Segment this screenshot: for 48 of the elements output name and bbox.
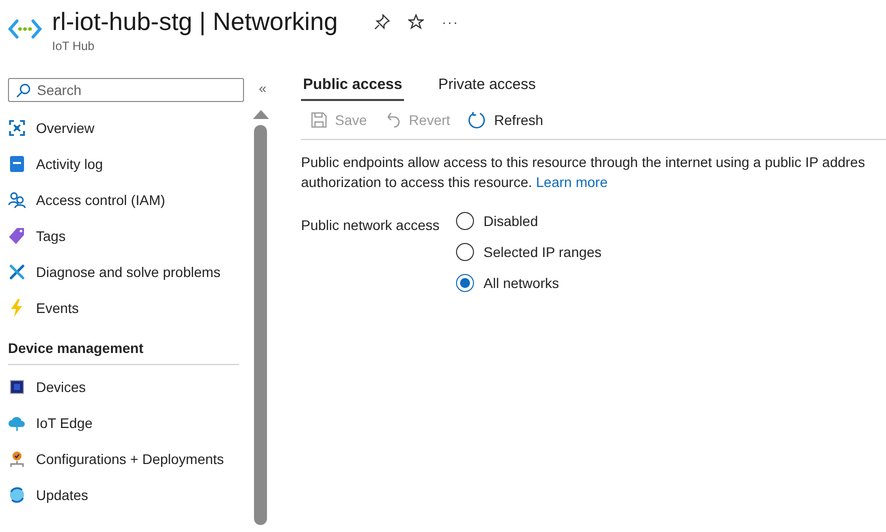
radio-label[interactable]: All networks xyxy=(484,274,559,290)
tab[interactable]: Private access xyxy=(436,72,538,101)
star-icon[interactable] xyxy=(408,14,424,30)
nav-item[interactable]: IoT Edge xyxy=(8,405,246,441)
nav-item[interactable]: Access control (IAM) xyxy=(8,182,246,218)
refresh-icon xyxy=(468,111,486,129)
more-button[interactable]: ··· xyxy=(442,14,459,30)
lightning-icon xyxy=(10,299,24,317)
learn-more-link[interactable]: Learn more xyxy=(536,174,608,190)
field-label: Public network access xyxy=(301,217,440,235)
pin-icon[interactable] xyxy=(374,14,390,30)
toolbar-button[interactable]: Refresh xyxy=(468,111,544,129)
radio-button[interactable] xyxy=(456,274,474,292)
scroll-up-icon[interactable] xyxy=(252,110,269,119)
radio-label[interactable]: Selected IP ranges xyxy=(484,244,602,260)
book-icon xyxy=(9,155,25,173)
nav-item[interactable]: Updates xyxy=(8,477,246,513)
network-nodes-icon xyxy=(8,119,26,137)
tag-icon xyxy=(8,227,26,245)
chip-icon xyxy=(8,378,26,396)
radio-button[interactable] xyxy=(456,212,474,230)
people-icon xyxy=(8,191,26,209)
description-text: Public endpoints allow access to this resource through the internet using a public IP addres xyxy=(301,153,866,172)
globe-arrows-icon xyxy=(8,486,26,504)
tools-icon xyxy=(8,263,26,281)
undo-icon xyxy=(384,112,401,128)
resource-type: IoT Hub xyxy=(52,39,96,53)
nav-item[interactable]: Devices xyxy=(8,369,246,405)
scrollbar-thumb[interactable] xyxy=(254,125,268,525)
search-field[interactable]: Search xyxy=(8,78,244,102)
tab[interactable]: Public access xyxy=(301,72,404,101)
code-brackets-icon xyxy=(8,18,42,40)
nav-item[interactable]: Events xyxy=(8,290,246,326)
radio-button[interactable] xyxy=(456,242,474,260)
nav-item[interactable]: Activity log xyxy=(8,146,246,182)
collapse-button[interactable]: « xyxy=(258,80,267,96)
description-text: authorization to access this resource. Learn more xyxy=(301,173,609,192)
nav-item[interactable]: Tags xyxy=(8,218,246,254)
section-heading: Device management xyxy=(8,326,240,365)
cloud-icon xyxy=(8,415,26,431)
radio-label[interactable]: Disabled xyxy=(484,212,538,228)
nav-item[interactable]: Overview xyxy=(8,110,246,146)
nav-item[interactable]: Configurations + Deployments xyxy=(8,441,246,477)
nav-item[interactable]: Diagnose and solve problems xyxy=(8,254,246,290)
save-icon xyxy=(311,112,327,128)
search-icon xyxy=(16,83,31,98)
page-title: rl-iot-hub-stg | Networking xyxy=(52,8,338,37)
gear-person-icon xyxy=(8,450,26,468)
